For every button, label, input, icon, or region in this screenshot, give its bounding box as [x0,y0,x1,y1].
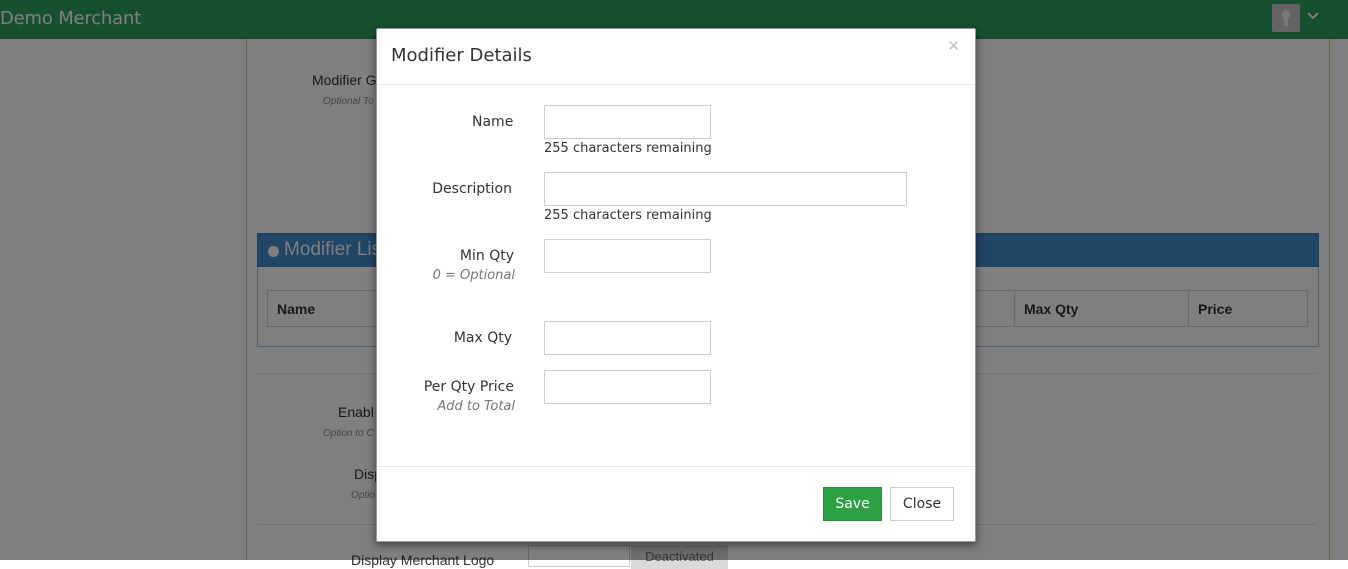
name-counter: 255 characters remaining [544,141,712,156]
max-qty-input[interactable] [544,321,711,355]
per-qty-price-hint: Add to Total [437,399,515,414]
per-qty-price-label: Per Qty Price [423,379,514,395]
save-button[interactable]: Save [823,487,882,521]
description-counter: 255 characters remaining [544,208,712,223]
name-label: Name [472,114,514,130]
modal-title: Modifier Details [391,45,532,66]
min-qty-input[interactable] [544,239,711,273]
description-input[interactable] [544,172,907,206]
modal-header: Modifier Details × [377,29,975,85]
min-qty-hint: 0 = Optional [432,268,515,283]
close-icon[interactable]: × [948,37,959,57]
close-button[interactable]: Close [890,487,954,521]
min-qty-label: Min Qty [459,248,514,264]
modal-footer: Save Close [377,466,975,542]
per-qty-price-input[interactable] [544,370,711,404]
description-label: Description [432,181,512,197]
modifier-details-modal: Modifier Details × Name 255 characters r… [376,28,976,542]
name-input[interactable] [544,105,711,139]
max-qty-label: Max Qty [453,330,512,346]
